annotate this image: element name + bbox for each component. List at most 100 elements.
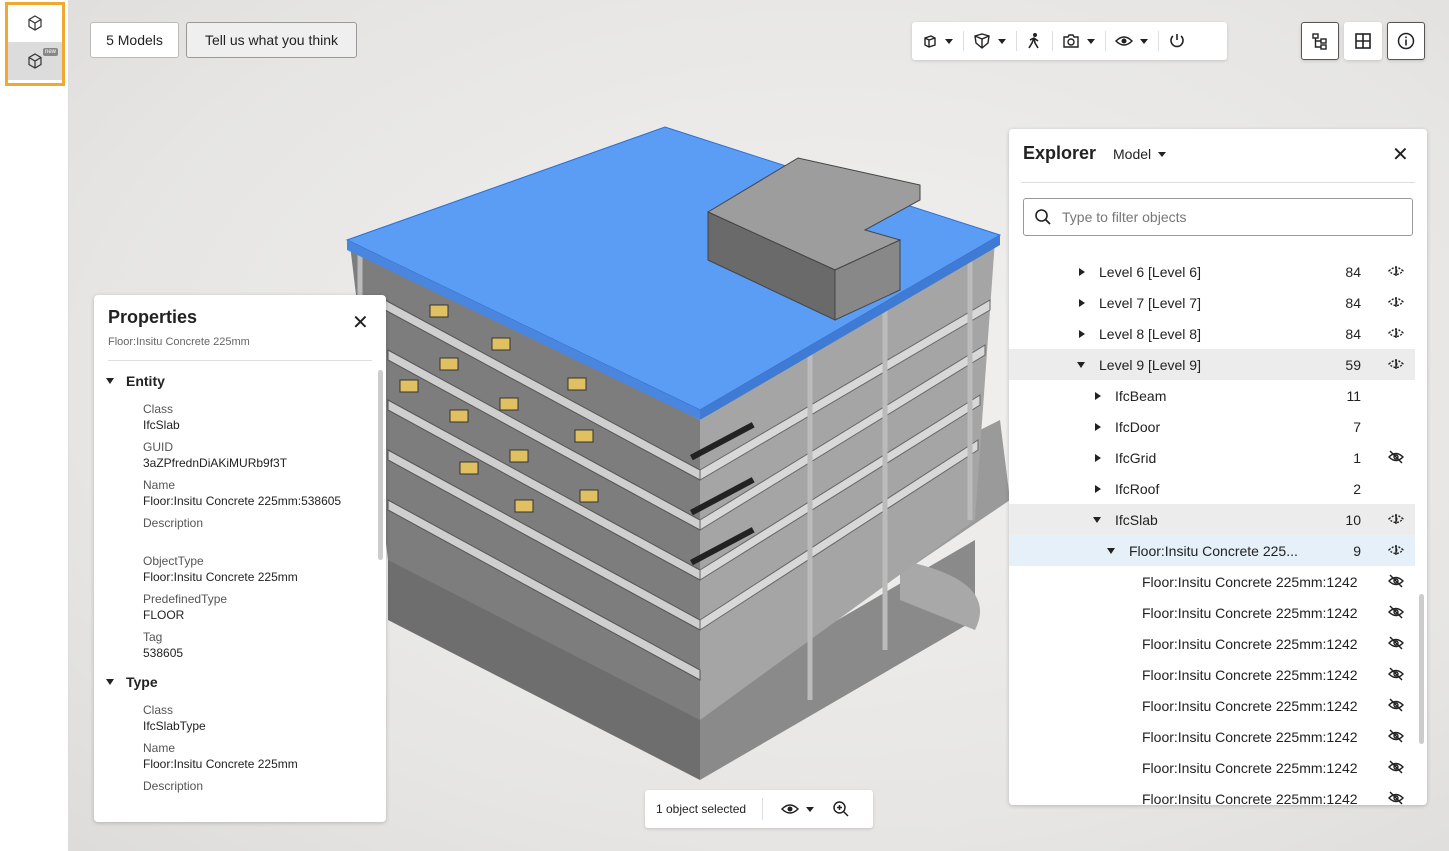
walk-icon [1028,33,1039,49]
tree-row[interactable]: IfcDoor 7 [1009,411,1415,442]
tree-row[interactable]: Floor:Insitu Concrete 225mm:1242 [1009,597,1415,628]
object-tree: Level 6 [Level 6] 84 Level 7 [Level 7] 84 Le… [1009,256,1415,805]
tree-row[interactable]: IfcRoof 2 [1009,473,1415,504]
tree-view-button[interactable] [1301,22,1339,60]
view-cube-icon [924,35,936,48]
tree-row[interactable]: Level 6 [Level 6] 84 [1009,256,1415,287]
explorer-mode-dropdown[interactable]: Model [1113,146,1167,162]
tree-row-label: Floor:Insitu Concrete 225mm:1242 [1142,635,1358,652]
scrollbar[interactable] [1419,594,1424,744]
camera-dropdown[interactable] [1052,22,1105,60]
eye-off-icon[interactable] [1387,759,1405,775]
tree-row-count: 84 [1345,263,1361,280]
tree-row[interactable]: IfcSlab 10 [1009,504,1415,535]
selection-visibility-dropdown[interactable] [781,802,815,816]
divider [762,798,764,820]
chevron-right-icon[interactable] [1095,484,1101,493]
eye-off-icon[interactable] [1387,728,1405,744]
property-field: Description [143,516,204,530]
search-input[interactable] [1060,208,1384,226]
reset-view-button[interactable] [1158,22,1196,60]
close-icon[interactable]: ✕ [1392,145,1409,165]
zoom-to-selection-button[interactable] [832,800,850,818]
tree-row-label: IfcBeam [1115,387,1167,404]
property-field: PredefinedType FLOOR [143,592,228,622]
chevron-down-icon [998,38,1006,44]
tree-row-label: IfcSlab [1115,511,1158,528]
chevron-down-icon [1158,151,1167,157]
tree-row[interactable]: Level 7 [Level 7] 84 [1009,287,1415,318]
tree-row[interactable]: Floor:Insitu Concrete 225mm:1242 [1009,659,1415,690]
explorer-panel: Explorer Model ✕ Level 6 [Level 6]84Leve… [1009,129,1427,805]
grid-icon [1355,33,1371,49]
tree-row[interactable]: Floor:Insitu Concrete 225mm:1242 [1009,752,1415,783]
tree-row[interactable]: IfcGrid 1 [1009,442,1415,473]
tree-row[interactable]: Floor:Insitu Concrete 225mm:1242 [1009,783,1415,805]
section-type-header[interactable]: Type [106,674,158,690]
models-button[interactable]: 5 Models [90,22,179,58]
divider [108,360,372,361]
tree-row[interactable]: Floor:Insitu Concrete 225mm:1242 [1009,628,1415,659]
tree-row[interactable]: Level 8 [Level 8] 84 [1009,318,1415,349]
scrollbar[interactable] [378,370,383,560]
feedback-button[interactable]: Tell us what you think [186,22,357,58]
chevron-right-icon[interactable] [1079,329,1085,338]
chevron-down-icon [806,806,815,812]
chevron-down-icon [106,378,114,384]
eye-icon [781,804,800,814]
eye-off-icon[interactable] [1387,697,1405,713]
chevron-right-icon[interactable] [1095,453,1101,462]
property-field: Description [143,779,204,793]
tree-row-label: IfcRoof [1115,480,1160,497]
eye-off-icon[interactable] [1387,573,1405,589]
chevron-down-icon[interactable] [1093,516,1101,523]
tree-row[interactable]: Floor:Insitu Concrete 225mm:1242 [1009,721,1415,752]
view-cube-dropdown[interactable] [912,22,963,60]
tree-row-label: Level 8 [Level 8] [1099,325,1201,342]
tree-row[interactable]: IfcBeam 11 [1009,380,1415,411]
chevron-down-icon[interactable] [1107,547,1115,554]
selection-status-bar: 1 object selected [645,790,873,828]
chevron-right-icon[interactable] [1079,267,1085,276]
partial-visibility-icon[interactable] [1387,325,1405,341]
chevron-right-icon[interactable] [1095,391,1101,400]
section-entity-header[interactable]: Entity [106,373,165,389]
chevron-right-icon[interactable] [1095,422,1101,431]
partial-visibility-icon[interactable] [1387,511,1405,527]
eye-off-icon[interactable] [1387,666,1405,682]
tree-row-label: Floor:Insitu Concrete 225... [1129,542,1298,559]
close-icon[interactable]: ✕ [352,313,369,333]
tree-row[interactable]: Floor:Insitu Concrete 225... 9 [1009,535,1415,566]
partial-visibility-icon[interactable] [1387,263,1405,279]
section-box-dropdown[interactable] [963,22,1016,60]
grid-view-button[interactable] [1344,22,1382,60]
eye-off-icon[interactable] [1387,790,1405,805]
eye-icon [1115,36,1133,46]
eye-off-icon[interactable] [1387,449,1405,465]
walk-mode-button[interactable] [1016,22,1052,60]
chevron-down-icon[interactable] [1077,361,1085,368]
tree-row[interactable]: Floor:Insitu Concrete 225mm:1242 [1009,690,1415,721]
tree-row-label: Floor:Insitu Concrete 225mm:1242 [1142,604,1358,621]
eye-off-icon[interactable] [1387,635,1405,651]
tree-row-label: Level 7 [Level 7] [1099,294,1201,311]
chevron-down-icon [1087,38,1095,44]
chevron-right-icon[interactable] [1079,298,1085,307]
eye-off-icon[interactable] [1387,604,1405,620]
tree-row-label: Level 6 [Level 6] [1099,263,1201,280]
chevron-down-icon [1140,38,1148,44]
property-field: Tag 538605 [143,630,184,660]
tree-row[interactable]: Level 9 [Level 9] 59 [1009,349,1415,380]
partial-visibility-icon[interactable] [1387,356,1405,372]
filter-search[interactable] [1023,198,1413,236]
partial-visibility-icon[interactable] [1387,542,1405,558]
info-button[interactable] [1387,22,1425,60]
partial-visibility-icon[interactable] [1387,294,1405,310]
divider [1021,182,1415,183]
tree-row[interactable]: Floor:Insitu Concrete 225mm:1242 [1009,566,1415,597]
tree-icon [1312,33,1327,50]
panel-title: Properties [108,307,198,327]
tree-row-count: 10 [1345,511,1361,528]
visibility-dropdown[interactable] [1105,22,1158,60]
selection-count: 1 object selected [656,802,747,816]
